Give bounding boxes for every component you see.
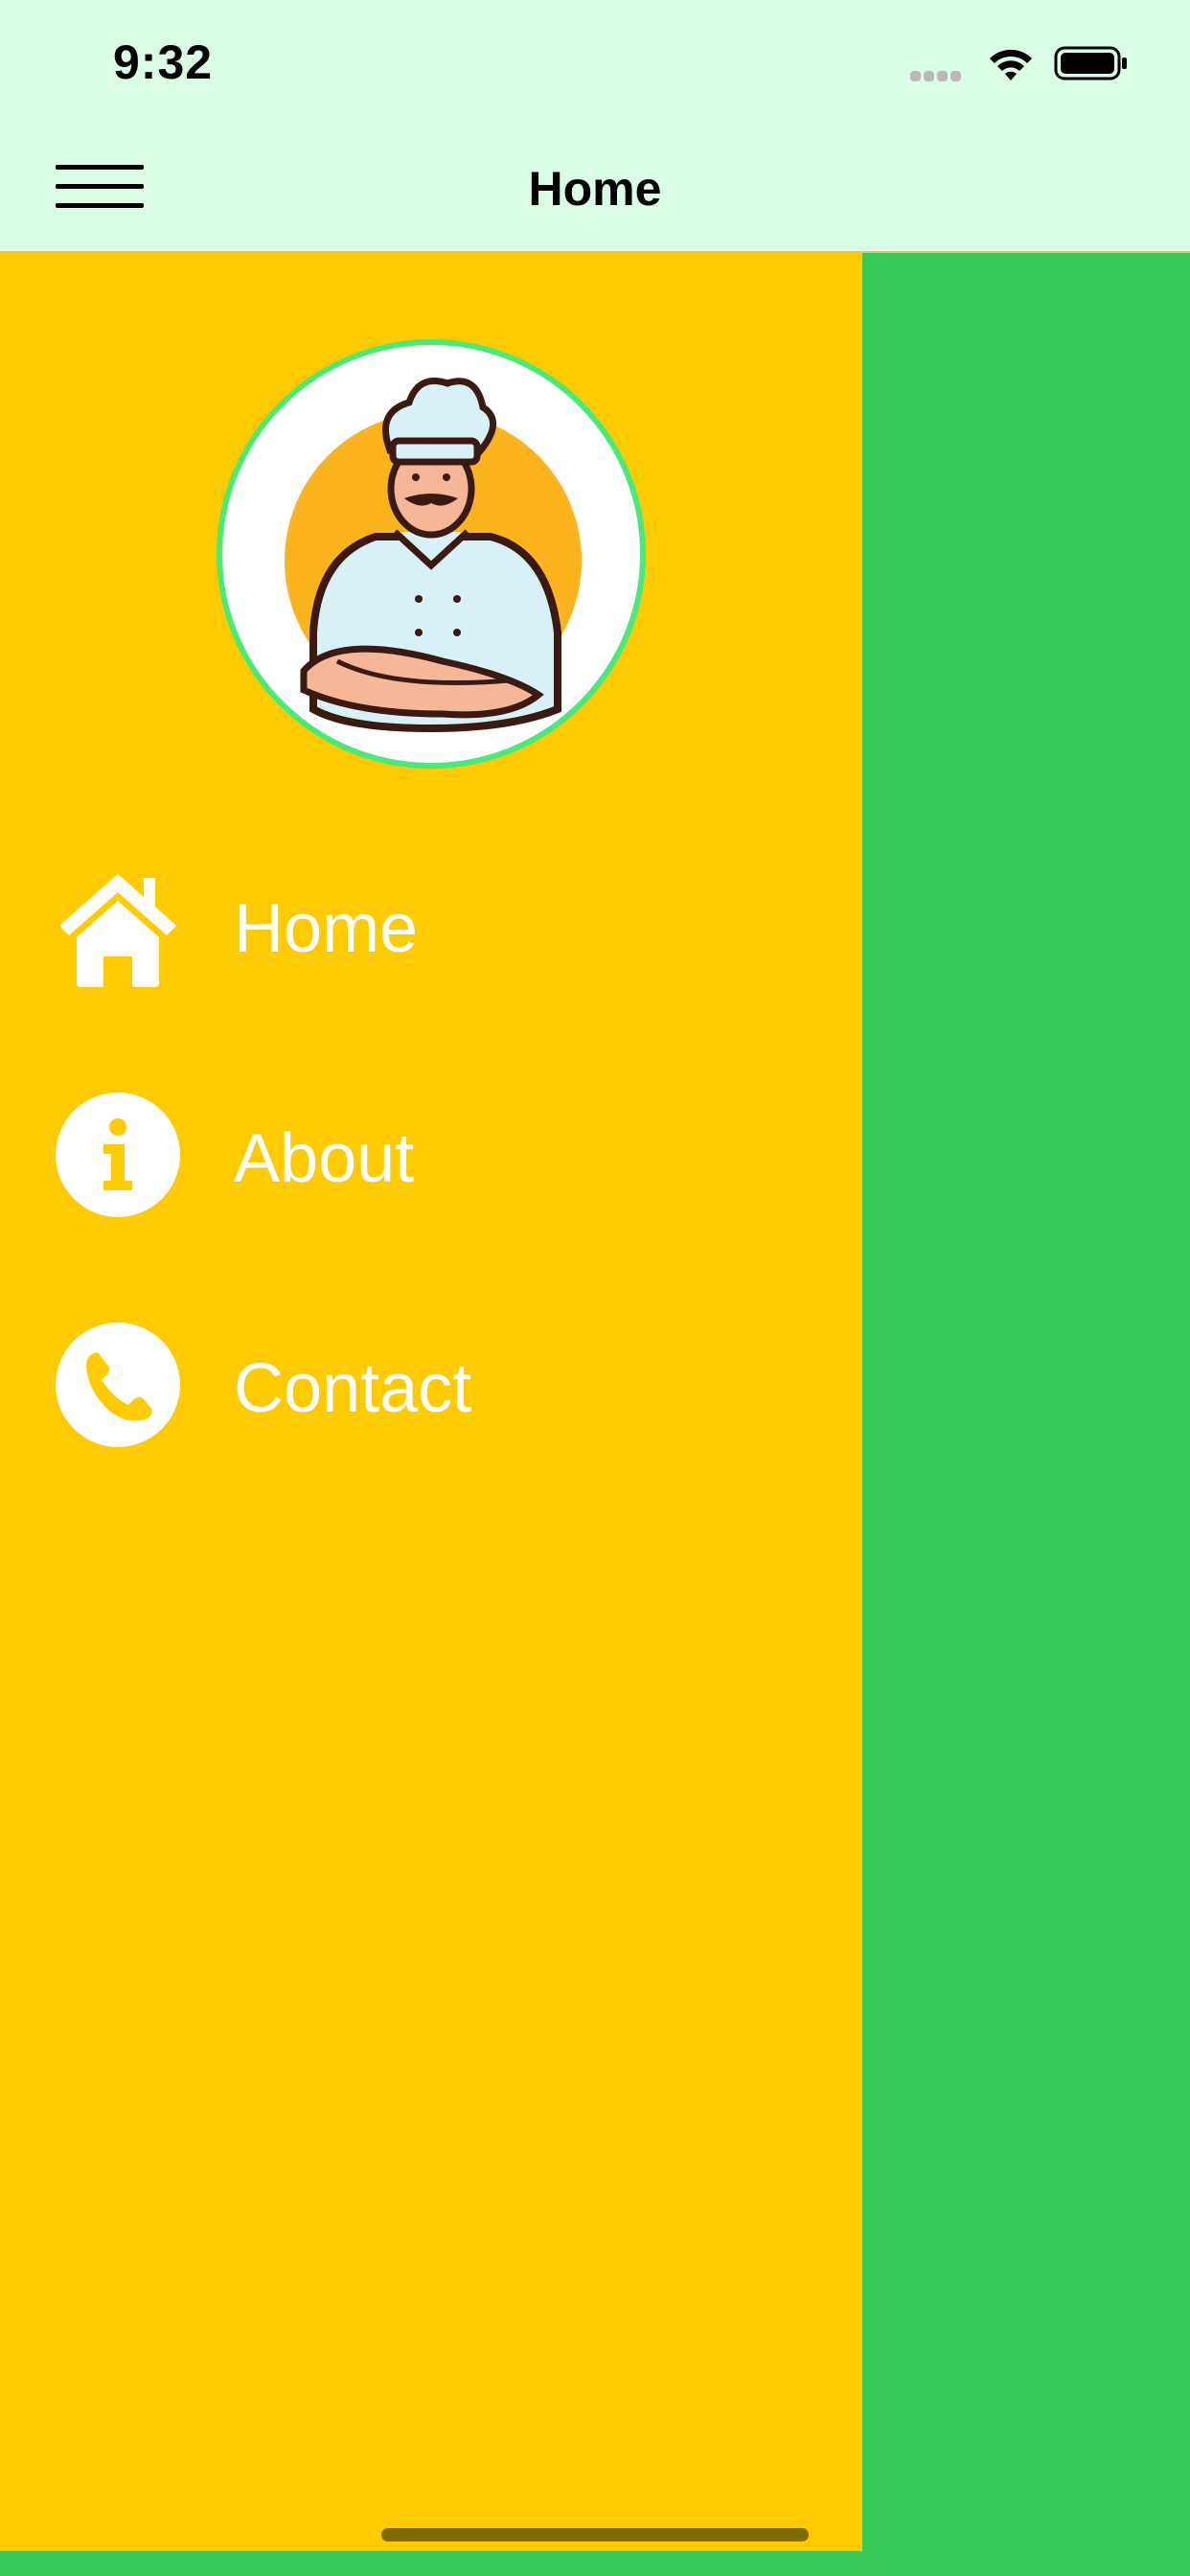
top-bar: 9:32 Home <box>0 0 1190 253</box>
chef-illustration <box>240 362 623 746</box>
page-title: Home <box>528 162 662 216</box>
info-icon <box>56 1092 180 1217</box>
drawer-item-label: About <box>234 1120 415 1197</box>
home-indicator[interactable] <box>381 2528 809 2542</box>
drawer-item-label: Home <box>234 890 419 967</box>
drawer-item-home[interactable]: Home <box>56 855 803 989</box>
wifi-icon <box>990 49 1032 80</box>
drawer-item-label: Contact <box>234 1350 472 1427</box>
battery-icon <box>1054 46 1127 80</box>
drawer-item-about[interactable]: About <box>56 1085 803 1219</box>
side-drawer: Home About Contact <box>0 253 862 2551</box>
status-time: 9:32 <box>113 35 214 89</box>
home-icon <box>59 874 176 987</box>
phone-icon <box>56 1322 180 1447</box>
signal-icon <box>910 69 964 86</box>
chef-avatar <box>217 339 646 769</box>
drawer-item-contact[interactable]: Contact <box>56 1315 803 1449</box>
